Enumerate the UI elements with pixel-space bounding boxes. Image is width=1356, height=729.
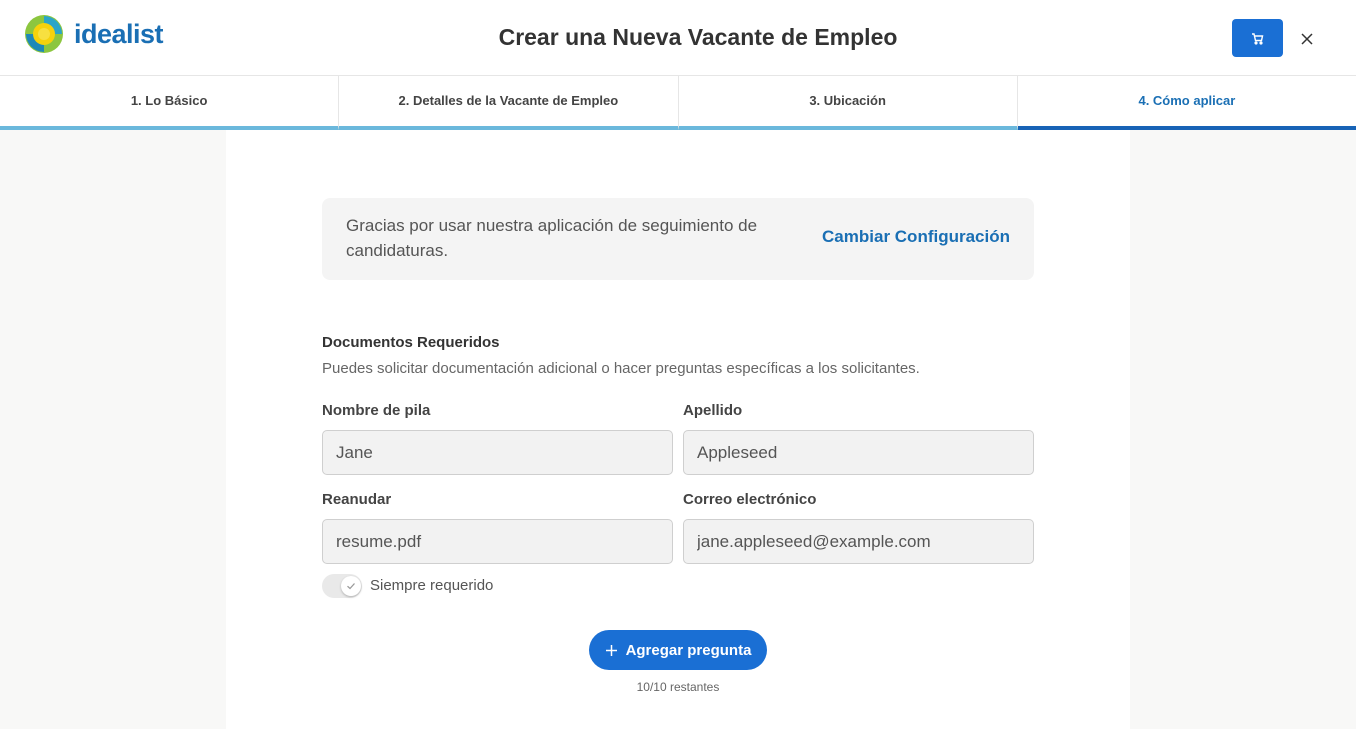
step-tabs: 1. Lo Básico 2. Detalles de la Vacante d… — [0, 76, 1356, 130]
last-name-field[interactable] — [683, 430, 1034, 475]
ats-notice: Gracias por usar nuestra aplicación de s… — [322, 198, 1034, 280]
always-required-toggle[interactable] — [322, 574, 362, 598]
ats-message: Gracias por usar nuestra aplicación de s… — [346, 216, 758, 260]
close-button[interactable] — [1296, 28, 1318, 50]
tab-lo-basico[interactable]: 1. Lo Básico — [0, 76, 340, 130]
form-card: Gracias por usar nuestra aplicación de s… — [226, 130, 1130, 729]
last-name-label: Apellido — [683, 402, 743, 419]
first-name-field[interactable] — [322, 430, 673, 475]
plus-icon — [605, 644, 618, 657]
resume-label: Reanudar — [322, 491, 392, 508]
section-title: Documentos Requeridos — [322, 334, 500, 351]
check-icon — [347, 583, 355, 590]
close-icon — [1301, 33, 1313, 45]
resume-field[interactable] — [322, 519, 673, 564]
always-required-label: Siempre requerido — [370, 577, 494, 594]
tab-ubicacion[interactable]: 3. Ubicación — [678, 76, 1018, 130]
add-question-label: Agregar pregunta — [625, 641, 752, 659]
questions-remaining: 10/10 restantes — [636, 680, 720, 694]
add-question-button[interactable]: Agregar pregunta — [589, 630, 767, 670]
tab-detalles-vacante[interactable]: 2. Detalles de la Vacante de Empleo — [339, 76, 679, 130]
email-label: Correo electrónico — [683, 491, 817, 508]
section-description: Puedes solicitar documentación adicional… — [322, 360, 920, 377]
app-header: idealist Crear una Nueva Vacante de Empl… — [0, 0, 1356, 76]
page-title: Crear una Nueva Vacante de Empleo — [498, 24, 898, 50]
first-name-label: Nombre de pila — [322, 402, 431, 419]
email-field[interactable] — [683, 519, 1034, 564]
cart-button[interactable] — [1232, 19, 1283, 57]
toggle-knob — [341, 576, 361, 596]
change-settings-link[interactable]: Cambiar Configuración — [822, 227, 1010, 247]
cart-icon — [1252, 32, 1264, 45]
tab-como-aplicar[interactable]: 4. Cómo aplicar — [1017, 76, 1356, 130]
